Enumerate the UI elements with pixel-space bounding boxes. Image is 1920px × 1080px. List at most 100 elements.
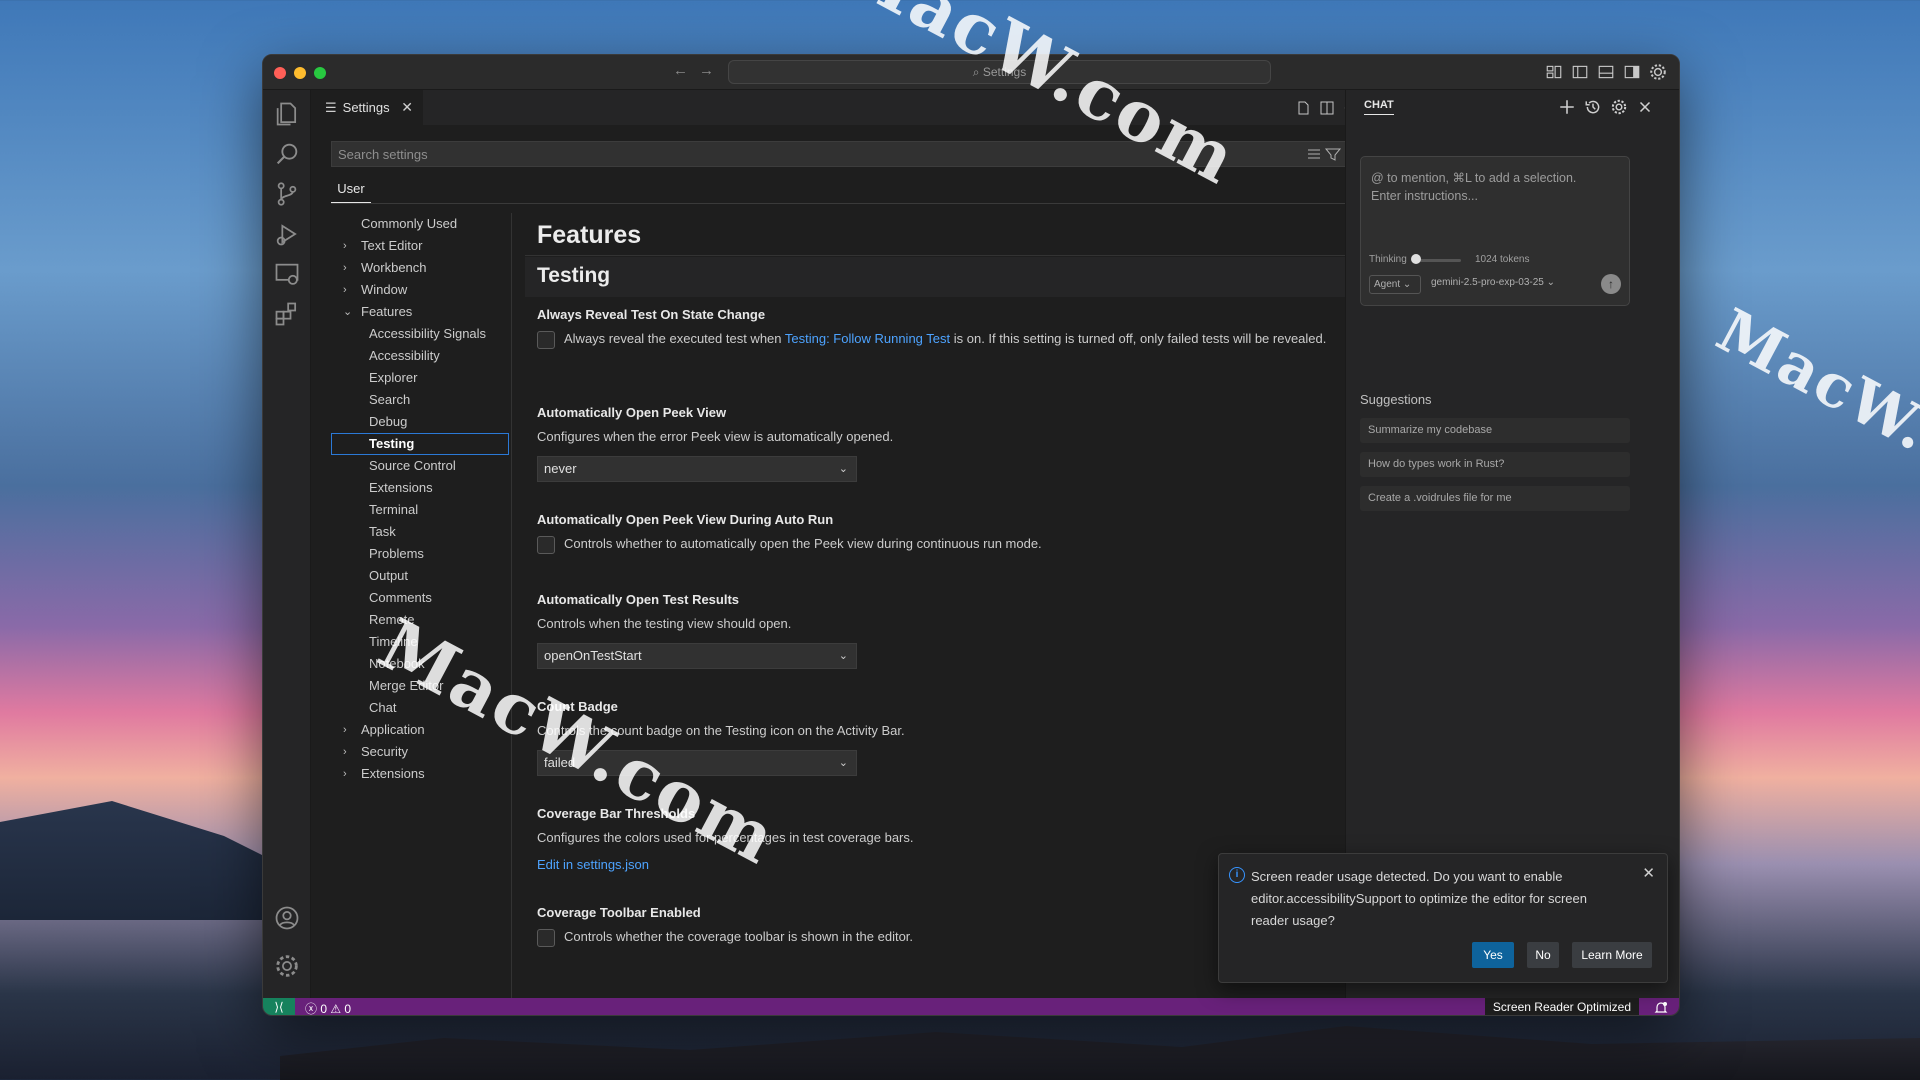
minimize-window-button[interactable]	[294, 67, 306, 79]
close-icon[interactable]: ✕	[1642, 864, 1655, 882]
new-chat-plus-icon[interactable]	[1558, 98, 1576, 116]
toc-item[interactable]: Notebook	[331, 653, 509, 675]
source-control-icon[interactable]	[273, 180, 301, 208]
chat-title[interactable]: CHAT	[1364, 99, 1394, 115]
toc-item[interactable]: › Application	[331, 719, 509, 741]
learn-more-button[interactable]: Learn More	[1572, 942, 1652, 968]
toc-item-label: Problems	[369, 546, 424, 561]
chat-input[interactable]: @ to mention, ⌘L to add a selection. Ent…	[1360, 156, 1630, 306]
accounts-icon[interactable]	[273, 904, 301, 932]
toc-item[interactable]: Chat	[331, 697, 509, 719]
manage-gear-icon[interactable]	[273, 952, 301, 980]
setting-description: Controls when the testing view should op…	[537, 616, 792, 631]
toc-item[interactable]: Source Control	[331, 455, 509, 477]
toc-item[interactable]: › Window	[331, 279, 509, 301]
toc-item[interactable]: Merge Editor	[331, 675, 509, 697]
setting-coverage-bar-thresholds: Coverage Bar Thresholds Configures the c…	[537, 806, 1337, 872]
toc-item[interactable]: › Extensions	[331, 763, 509, 785]
open-settings-json-icon[interactable]	[1295, 100, 1311, 116]
close-icon[interactable]	[1636, 98, 1654, 116]
toc-item[interactable]: Task	[331, 521, 509, 543]
toc-item[interactable]: Output	[331, 565, 509, 587]
toggle-panel-icon[interactable]	[1597, 63, 1615, 81]
setting-description: Always reveal the executed test when Tes…	[537, 330, 1337, 349]
toc-item[interactable]: Extensions	[331, 477, 509, 499]
toc-item[interactable]: Testing	[331, 433, 509, 455]
history-icon[interactable]	[1584, 98, 1602, 116]
close-icon[interactable]: ✕	[401, 90, 413, 125]
suggestion-item[interactable]: Create a .voidrules file for me	[1360, 486, 1630, 511]
setting-dropdown[interactable]: failed ⌄	[537, 750, 857, 776]
thinking-label: Thinking	[1369, 254, 1407, 265]
zoom-window-button[interactable]	[314, 67, 326, 79]
problems-indicator[interactable]: ⓧ 0 ⚠ 0	[305, 1000, 351, 1015]
subsection-heading: Testing	[525, 257, 1345, 297]
gear-icon[interactable]	[1649, 63, 1667, 81]
toc-item[interactable]: › Text Editor	[331, 235, 509, 257]
yes-button[interactable]: Yes	[1472, 942, 1514, 968]
editor-tab-bar: ☰ Settings ✕	[311, 90, 1358, 125]
close-window-button[interactable]	[274, 67, 286, 79]
toc-item[interactable]: Timeline	[331, 631, 509, 653]
edit-in-settings-json-link[interactable]: Edit in settings.json	[537, 857, 1337, 872]
search-icon[interactable]	[273, 140, 301, 168]
setting-checkbox[interactable]	[537, 929, 555, 947]
toc-item[interactable]: Search	[331, 389, 509, 411]
setting-dropdown[interactable]: openOnTestStart ⌄	[537, 643, 857, 669]
toc-item-label: Features	[361, 304, 413, 319]
mode-select[interactable]: Agent ⌄	[1369, 275, 1421, 294]
filter-icon[interactable]	[1306, 146, 1342, 162]
toc-item[interactable]: ⌄ Features	[331, 301, 509, 323]
toc-item[interactable]: Comments	[331, 587, 509, 609]
search-settings-input[interactable]: Search settings	[331, 141, 1351, 167]
notifications-bell-icon[interactable]	[1653, 1000, 1669, 1016]
forward-arrow-icon[interactable]: →	[699, 62, 714, 79]
send-arrow-icon[interactable]: ↑	[1601, 274, 1621, 294]
remote-explorer-icon[interactable]	[273, 260, 301, 288]
settings-tab-icon: ☰	[325, 100, 337, 115]
toggle-secondary-sidebar-icon[interactable]	[1623, 63, 1641, 81]
toc-item[interactable]: Debug	[331, 411, 509, 433]
setting-dropdown[interactable]: never ⌄	[537, 456, 857, 482]
split-editor-icon[interactable]	[1319, 100, 1335, 116]
setting-title: Automatically Open Test Results	[537, 592, 740, 607]
customize-layout-icon[interactable]	[1545, 63, 1563, 81]
toc-item-label: Terminal	[369, 502, 419, 517]
run-debug-icon[interactable]	[273, 220, 301, 248]
toc-item[interactable]: › Workbench	[331, 257, 509, 279]
setting-title: Automatically Open Peek View During Auto…	[537, 512, 834, 527]
toc-item-label: Remote	[369, 612, 415, 627]
toc-item[interactable]: Accessibility	[331, 345, 509, 367]
toc-item[interactable]: Explorer	[331, 367, 509, 389]
model-select[interactable]: gemini-2.5-pro-exp-03-25 ⌄	[1431, 277, 1555, 288]
tab-settings[interactable]: ☰ Settings ✕	[311, 90, 423, 125]
extensions-icon[interactable]	[273, 300, 301, 328]
toc-item[interactable]: Problems	[331, 543, 509, 565]
tab-label: Settings	[342, 100, 390, 115]
remote-indicator-icon[interactable]: ⟩⟨	[263, 998, 295, 1015]
toggle-primary-sidebar-icon[interactable]	[1571, 63, 1589, 81]
toc-item[interactable]: › Security	[331, 741, 509, 763]
setting-checkbox[interactable]	[537, 331, 555, 349]
tab-user-scope[interactable]: User	[331, 175, 371, 203]
toc-item-label: Accessibility Signals	[369, 326, 487, 341]
thinking-slider-knob[interactable]	[1411, 254, 1421, 264]
command-center[interactable]: ⌕ Settings	[728, 60, 1271, 84]
setting-checkbox[interactable]	[537, 536, 555, 554]
suggestion-item[interactable]: How do types work in Rust?	[1360, 452, 1630, 477]
toc-item[interactable]: Commonly Used	[331, 213, 509, 235]
screen-reader-status[interactable]: Screen Reader Optimized	[1484, 998, 1639, 1015]
toc-item[interactable]: Terminal	[331, 499, 509, 521]
explorer-icon[interactable]	[273, 100, 301, 128]
setting-desc-link[interactable]: Testing: Follow Running Test	[785, 331, 950, 346]
toc-item[interactable]: Remote	[331, 609, 509, 631]
no-button[interactable]: No	[1527, 942, 1559, 968]
chat-settings-gear-icon[interactable]	[1610, 98, 1628, 116]
toc-item-label: Timeline	[369, 634, 418, 649]
setting-description: Configures when the error Peek view is a…	[537, 429, 894, 444]
toc-item[interactable]: Accessibility Signals	[331, 323, 509, 345]
suggestion-item[interactable]: Summarize my codebase	[1360, 418, 1630, 443]
model-value: gemini-2.5-pro-exp-03-25	[1431, 277, 1544, 288]
toc-item-label: Application	[361, 722, 425, 737]
back-arrow-icon[interactable]: ←	[673, 62, 688, 79]
